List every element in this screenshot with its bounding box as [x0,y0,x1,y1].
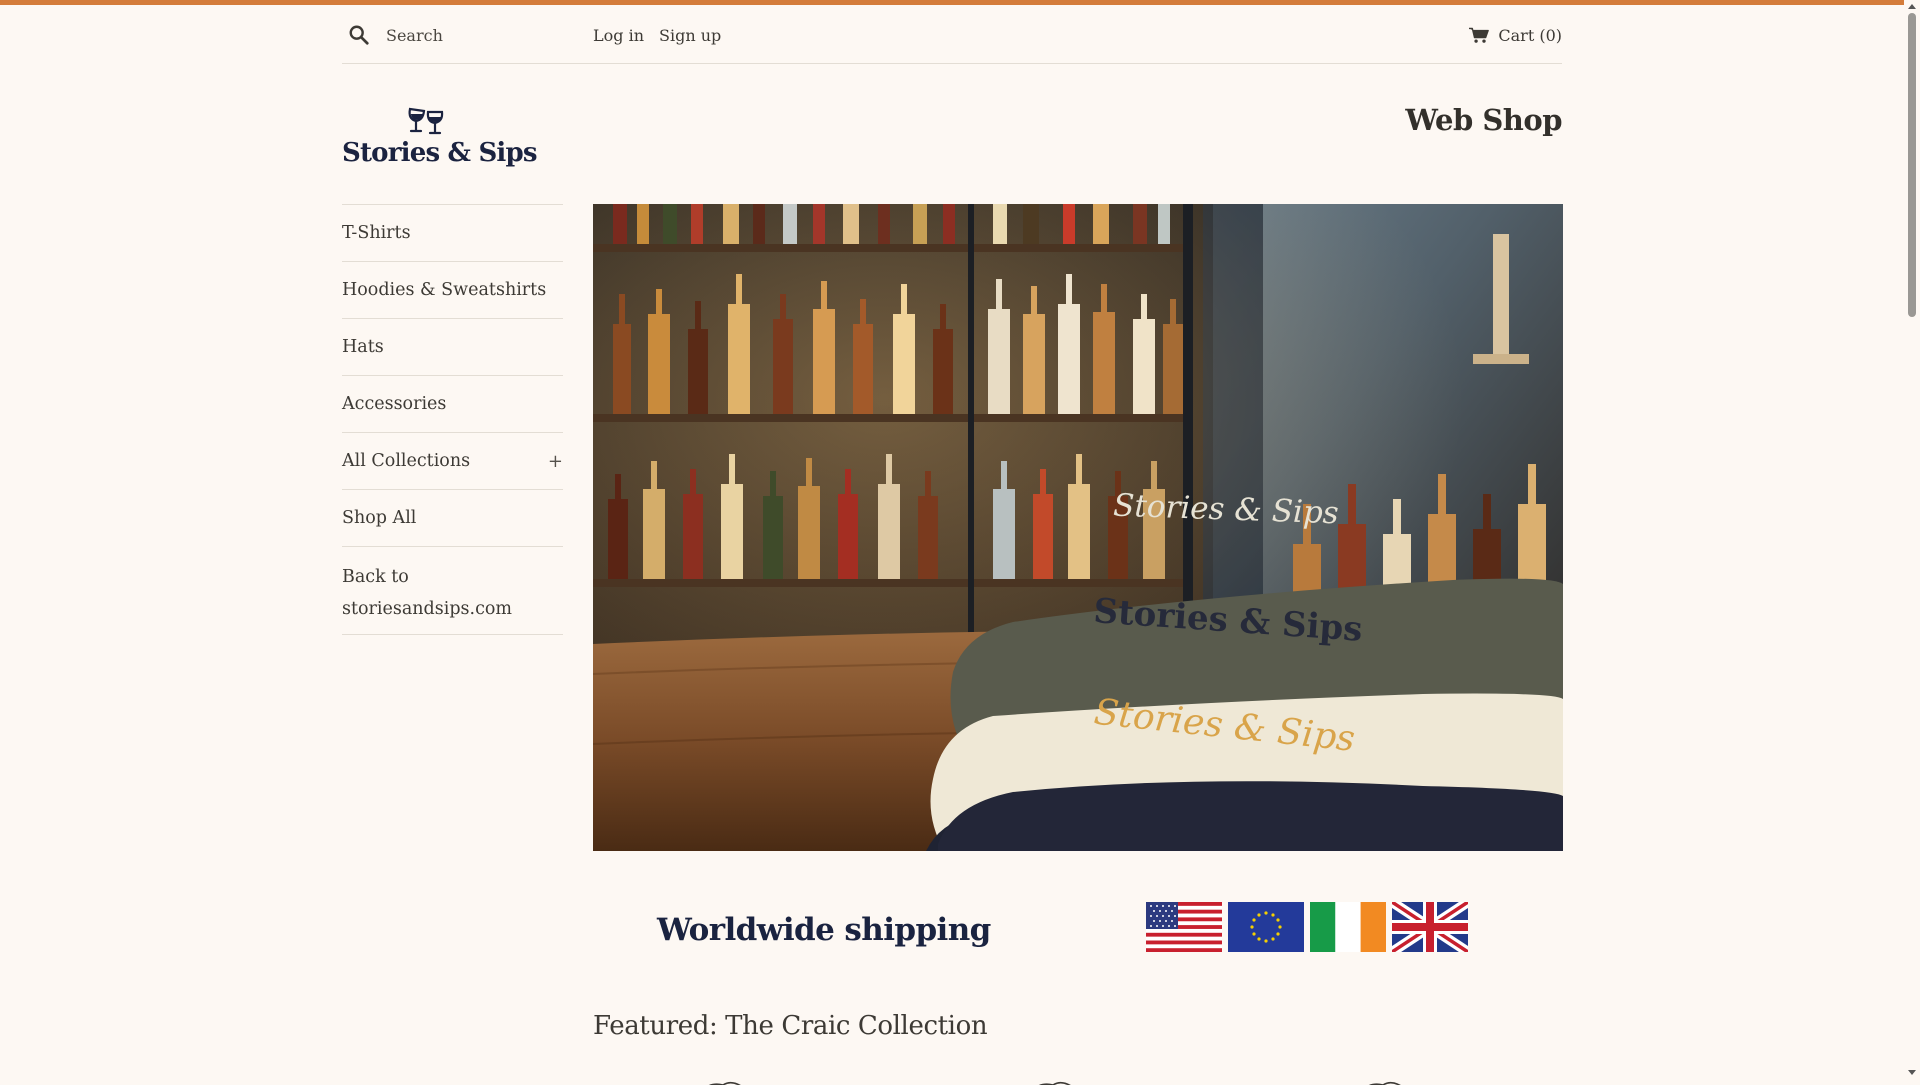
shipping-text: Worldwide shipping [657,912,991,948]
login-link[interactable]: Log in [593,26,644,45]
cart-link[interactable]: Cart (0) [1469,26,1562,45]
sidebar-item-label: Back to storiesandsips.com [342,567,513,619]
sidebar-item-label: T-Shirts [342,223,411,243]
cart-label: Cart (0) [1498,26,1562,45]
page-container: Log in Sign up Cart (0) Stories & Sips W… [342,5,1563,1085]
search-icon[interactable] [348,24,370,46]
page-title: Web Shop [1405,103,1562,137]
us-flag-icon [1146,902,1222,952]
sidebar-item-t-shirts[interactable]: T-Shirts [342,205,563,262]
site-logo[interactable]: Stories & Sips [342,103,538,173]
hero-illustration: Stories & Sips Stories & Sips Stories & … [593,204,1563,851]
featured-products-peek [593,1075,1563,1085]
sidebar-item-back-to-site[interactable]: Back to storiesandsips.com [342,547,563,635]
signup-link[interactable]: Sign up [659,26,721,45]
sidebar-item-accessories[interactable]: Accessories [342,376,563,433]
uk-flag-icon [1392,902,1468,952]
ireland-flag-icon [1310,902,1386,952]
scroll-down-arrow-icon[interactable] [1908,1070,1916,1075]
featured-heading: Featured: The Craic Collection [593,1011,988,1041]
scroll-up-arrow-icon[interactable] [1908,4,1916,9]
header: Log in Sign up Cart (0) [342,5,1562,64]
page-scrollbar[interactable] [1904,0,1920,1080]
sidebar-item-label: All Collections [342,451,471,471]
expand-plus-icon[interactable]: + [548,451,563,472]
shipping-banner: Worldwide shipping [593,898,1563,958]
flag-row [1146,902,1468,952]
search-input[interactable] [384,20,568,50]
sidebar-item-label: Hats [342,337,384,357]
logo-text: Stories & Sips [342,138,538,168]
wine-glasses-icon [408,107,444,135]
eu-flag-icon [1228,902,1304,952]
sidebar-item-label: Hoodies & Sweatshirts [342,280,547,300]
sidebar-nav: T-Shirts Hoodies & Sweatshirts Hats Acce… [342,204,563,635]
hero-image: Stories & Sips Stories & Sips Stories & … [593,204,1563,851]
sidebar-item-label: Shop All [342,508,417,528]
sidebar-item-hats[interactable]: Hats [342,319,563,376]
sidebar-item-label: Accessories [342,394,447,414]
scrollbar-thumb[interactable] [1908,13,1916,317]
sidebar-item-shop-all[interactable]: Shop All [342,490,563,547]
sidebar-item-hoodies-sweatshirts[interactable]: Hoodies & Sweatshirts [342,262,563,319]
cart-icon [1469,27,1490,43]
sidebar-item-all-collections[interactable]: All Collections + [342,433,563,490]
